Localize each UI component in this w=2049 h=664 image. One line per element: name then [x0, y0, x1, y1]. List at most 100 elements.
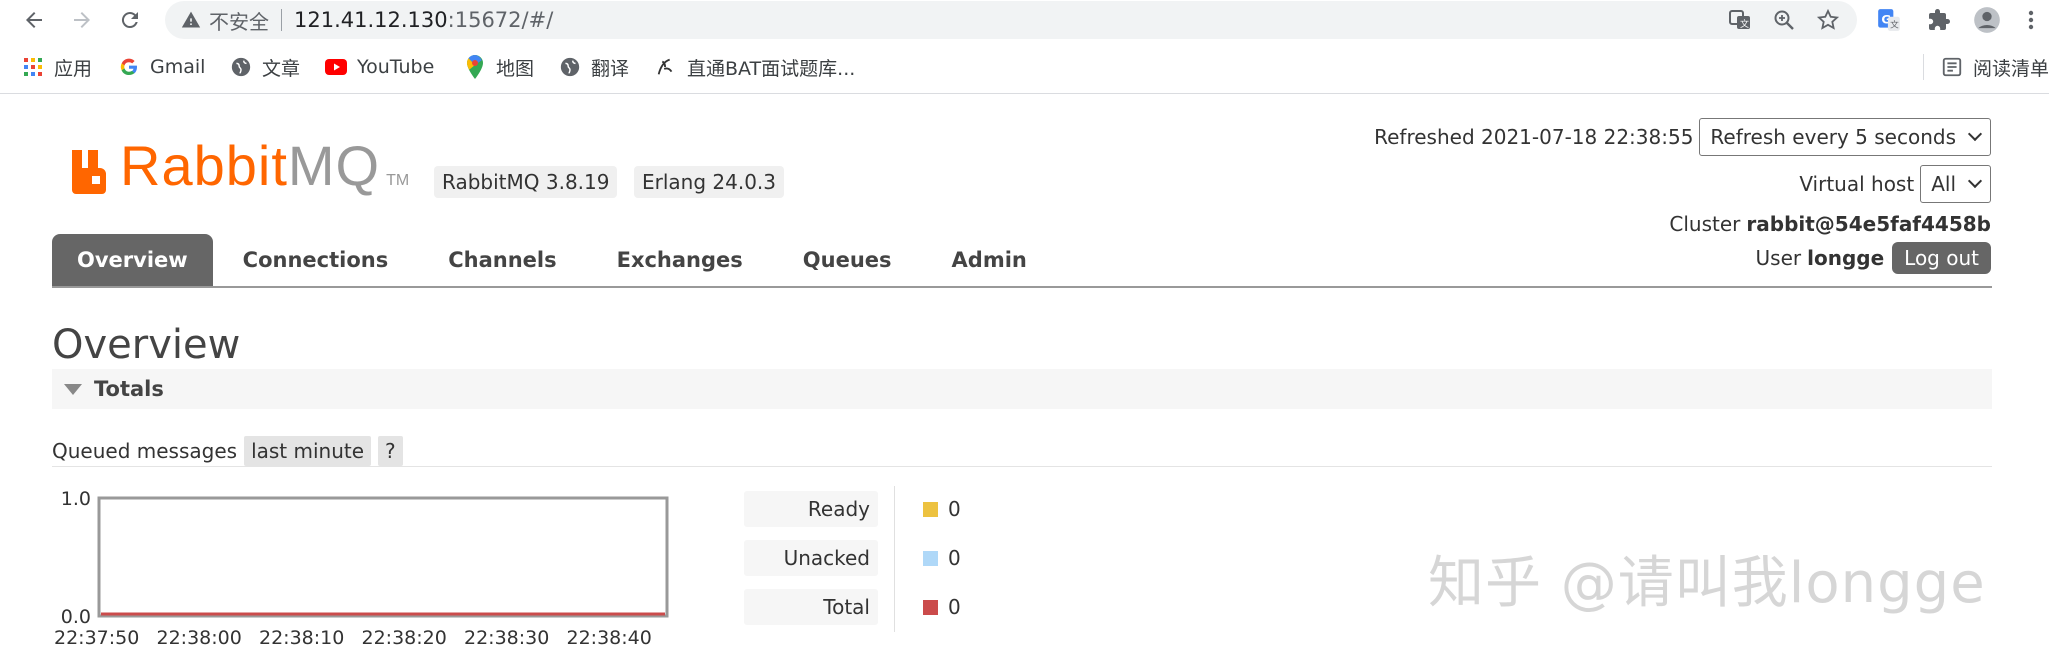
x-tick-label: 22:38:10 [259, 627, 344, 649]
totals-section-toggle[interactable]: Totals [52, 369, 1992, 409]
chevron-down-icon [1967, 126, 1983, 142]
maps-pin-icon [464, 55, 486, 79]
google-icon [118, 56, 140, 78]
legend-value: 0 [948, 595, 961, 619]
reload-icon [121, 12, 138, 29]
bookmark-maps[interactable]: 地图 [464, 54, 534, 80]
cluster-row: Cluster rabbit@54e5faf4458b [1669, 209, 1991, 239]
address-bar[interactable]: 不安全 121.41.12.130:15672/#/ 文 [165, 1, 1857, 39]
legend-row-total: Total 0 [744, 588, 961, 626]
chart-plot-area [97, 496, 669, 618]
queued-messages-header: Queued messages last minute ? [52, 436, 403, 466]
user-label: User [1755, 246, 1802, 270]
logo-rabbit-text: Rabbit [120, 134, 288, 197]
globe-icon [230, 56, 252, 78]
address-path: :15672/#/ [447, 8, 554, 32]
queued-messages-legend: Ready 0 Unacked 0 Total 0 [744, 490, 961, 637]
erlang-version-badge: Erlang 24.0.3 [634, 166, 785, 198]
tab-channels[interactable]: Channels [418, 234, 586, 286]
address-host: 121.41.12.130 [294, 8, 448, 32]
bookmark-bat-interview[interactable]: 直通BAT面试题库... [655, 54, 855, 80]
vhost-label: Virtual host [1799, 172, 1915, 196]
logo-trademark: TM [386, 172, 410, 189]
bookmark-label: 地图 [496, 57, 535, 80]
bookmarks-bar: 应用 Gmail 文章 YouTube 地图 翻译 直通BAT面试题库... 阅… [0, 40, 2049, 94]
tab-exchanges[interactable]: Exchanges [587, 234, 773, 286]
refresh-interval-select[interactable]: Refresh every 5 seconds [1699, 118, 1991, 156]
legend-value: 0 [948, 497, 961, 521]
main-nav-tabs: Overview Connections Channels Exchanges … [52, 234, 1057, 286]
extensions-puzzle-icon[interactable] [1925, 6, 1953, 34]
youtube-icon [325, 56, 347, 78]
bookmark-label: 文章 [262, 57, 301, 80]
y-tick-label: 1.0 [61, 488, 91, 510]
bookmark-translate[interactable]: 翻译 [559, 54, 629, 80]
bookmark-label: YouTube [357, 56, 435, 78]
bookmark-gmail[interactable]: Gmail [118, 54, 205, 80]
rabbitmq-logo[interactable]: Rabbit MQ TM [70, 138, 409, 194]
x-tick-label: 22:37:50 [54, 627, 139, 649]
logout-button[interactable]: Log out [1892, 242, 1991, 274]
apps-grid-icon [22, 56, 44, 78]
refresh-row: Refreshed 2021-07-18 22:38:55 Refresh ev… [1374, 118, 1991, 156]
legend-label: Ready [744, 491, 878, 527]
reading-list-icon [1942, 57, 1962, 77]
legend-label: Unacked [744, 540, 878, 576]
legend-value: 0 [948, 546, 961, 570]
user-name: longge [1807, 246, 1885, 270]
profile-avatar-icon[interactable] [1973, 6, 2001, 34]
help-button[interactable]: ? [378, 436, 403, 466]
reading-list[interactable]: 阅读清单 [1941, 54, 2049, 80]
bookmark-articles[interactable]: 文章 [230, 54, 300, 80]
vhost-row: Virtual host All [1799, 165, 1991, 203]
bookmarks-divider [1923, 54, 1924, 80]
browser-menu-icon[interactable] [2017, 6, 2045, 34]
tab-admin[interactable]: Admin [922, 234, 1057, 286]
cluster-name: rabbit@54e5faf4458b [1746, 212, 1991, 236]
vhost-value: All [1931, 172, 1956, 196]
bookmark-label: 直通BAT面试题库... [687, 57, 856, 80]
x-tick-label: 22:38:30 [464, 627, 549, 649]
reload-button[interactable] [116, 6, 144, 34]
legend-row-ready: Ready 0 [744, 490, 961, 528]
insecure-label: 不安全 [209, 11, 269, 34]
tab-overview[interactable]: Overview [52, 234, 213, 286]
svg-text:文: 文 [1890, 19, 1899, 31]
arrow-left-icon [26, 12, 42, 28]
back-button[interactable] [20, 6, 48, 34]
x-tick-label: 22:38:00 [157, 627, 242, 649]
legend-swatch [923, 550, 938, 566]
bookmark-youtube[interactable]: YouTube [325, 54, 434, 80]
legend-row-unacked: Unacked 0 [744, 539, 961, 577]
svg-text:文: 文 [1740, 18, 1749, 30]
translate-page-icon[interactable]: 文 [1727, 7, 1753, 33]
queued-messages-chart: 1.0 0.022:37:50 22:38:00 22:38:10 22:38:20 22… [54, 488, 669, 649]
legend-divider [894, 486, 895, 632]
bookmark-label: 翻译 [591, 57, 630, 80]
tab-queues[interactable]: Queues [773, 234, 922, 286]
refreshed-timestamp: Refreshed 2021-07-18 22:38:55 [1374, 125, 1694, 149]
legend-swatch [923, 501, 938, 517]
y-tick-label: 0.0 [61, 606, 91, 628]
forward-button[interactable] [68, 6, 96, 34]
chevron-down-icon [1967, 173, 1983, 189]
address-separator [281, 9, 282, 31]
vhost-select[interactable]: All [1920, 165, 1991, 203]
tabs-underline [52, 286, 1992, 288]
page-title: Overview [52, 322, 241, 368]
refresh-interval-value: Refresh every 5 seconds [1710, 125, 1956, 149]
queued-messages-label: Queued messages [52, 439, 238, 463]
browser-toolbar: 不安全 121.41.12.130:15672/#/ 文 G文 [0, 0, 2049, 40]
bookmark-star-icon[interactable] [1815, 7, 1841, 33]
bookmark-site-icon [655, 56, 677, 78]
legend-swatch [923, 599, 938, 615]
x-tick-label: 22:38:20 [362, 627, 447, 649]
tab-connections[interactable]: Connections [213, 234, 419, 286]
x-tick-label: 22:38:40 [567, 627, 652, 649]
watermark-text: 知乎 @请叫我longge [1428, 551, 1986, 616]
google-translate-extension-icon[interactable]: G文 [1875, 6, 1903, 34]
logo-mq-text: MQ [287, 134, 381, 197]
time-range-button[interactable]: last minute [244, 436, 372, 466]
zoom-icon[interactable] [1771, 7, 1797, 33]
bookmark-apps[interactable]: 应用 [22, 54, 92, 80]
